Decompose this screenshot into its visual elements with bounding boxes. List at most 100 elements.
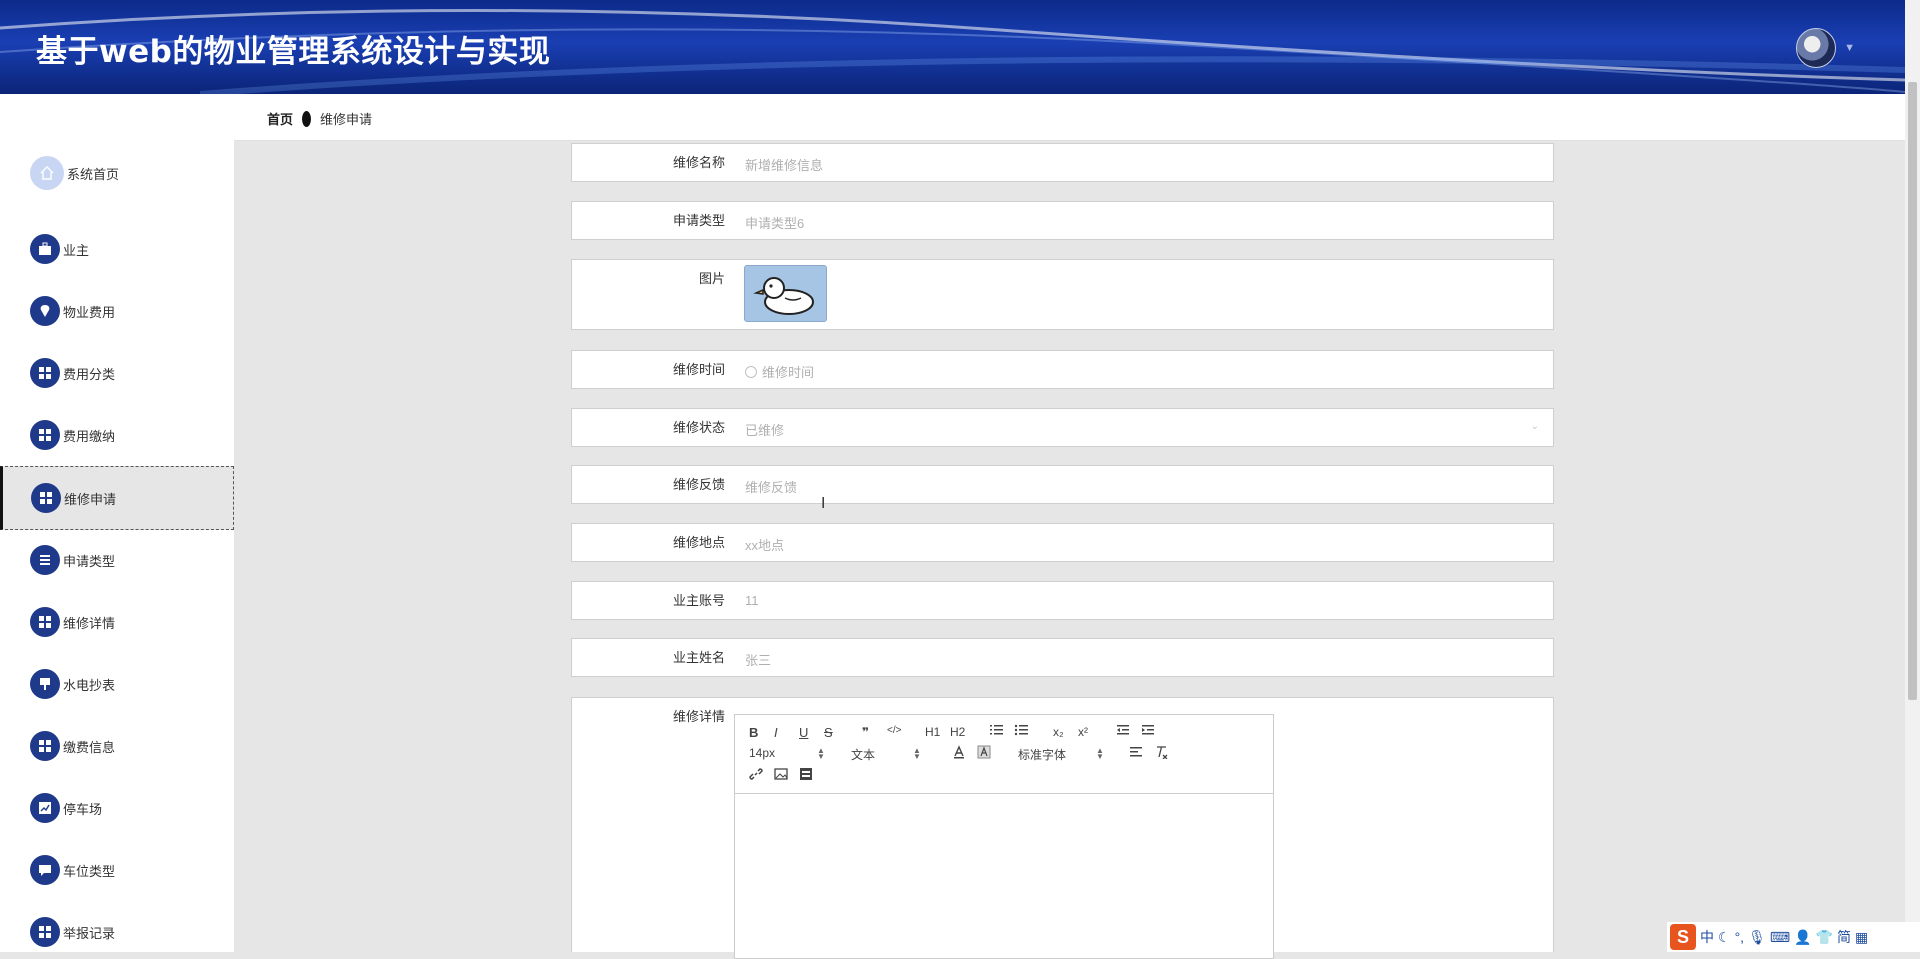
owner-name-field[interactable]: 业主姓名 张三 bbox=[571, 638, 1554, 677]
breadcrumb: 首页 维修申请 bbox=[267, 109, 372, 128]
repair-details-field: 维修详情 B I U S ❞ </> H1 H2 x₂ x² 14px ▲ ▼ … bbox=[571, 697, 1554, 959]
rich-text-editor[interactable]: B I U S ❞ </> H1 H2 x₂ x² 14px ▲ ▼ 文本 ▲ … bbox=[734, 714, 1274, 959]
sidebar-item-report-records[interactable]: 举报记录 bbox=[0, 906, 234, 958]
repair-feedback-field[interactable]: 维修反馈 维修反馈 bbox=[571, 465, 1554, 504]
app-title: 基于web的物业管理系统设计与实现 bbox=[36, 34, 551, 70]
grid-icon bbox=[30, 420, 60, 450]
owner-account-field[interactable]: 业主账号 11 bbox=[571, 581, 1554, 620]
image-icon[interactable] bbox=[774, 767, 788, 784]
chat-icon bbox=[30, 855, 60, 885]
breadcrumb-home[interactable]: 首页 bbox=[267, 109, 293, 128]
outdent-icon[interactable] bbox=[1116, 724, 1130, 739]
sidebar-item-label: 业主 bbox=[63, 242, 90, 258]
field-label: 维修反馈 bbox=[672, 477, 725, 492]
sidebar-item-fee-category[interactable]: 费用分类 bbox=[0, 347, 234, 399]
user-menu[interactable]: ▼ bbox=[1796, 28, 1855, 68]
briefcase-icon bbox=[30, 234, 60, 264]
sidebar: 系统首页 业主 物业费用 费用分类 费用缴纳 维修申请 申请类型 维修详情 水电… bbox=[0, 94, 234, 952]
caret-down-icon[interactable]: ▼ bbox=[1844, 42, 1855, 54]
sidebar-item-repair-details[interactable]: 维修详情 bbox=[0, 596, 234, 648]
ime-logo[interactable]: S bbox=[1670, 924, 1696, 950]
indent-icon[interactable] bbox=[1141, 724, 1155, 739]
underline-button[interactable]: U bbox=[799, 725, 808, 740]
repair-name-field[interactable]: 维修名称 新增维修信息 bbox=[571, 143, 1554, 182]
font-color-icon[interactable] bbox=[952, 745, 966, 762]
sidebar-item-label: 举报记录 bbox=[63, 925, 116, 941]
background-color-icon[interactable] bbox=[977, 745, 991, 762]
superscript-button[interactable]: x² bbox=[1078, 725, 1088, 739]
sidebar-item-fee-payment[interactable]: 费用缴纳 bbox=[0, 409, 234, 461]
bold-button[interactable]: B bbox=[749, 725, 758, 740]
scrollbar-thumb[interactable] bbox=[1908, 82, 1917, 700]
video-icon[interactable] bbox=[799, 767, 813, 784]
sidebar-item-label: 水电抄表 bbox=[63, 677, 116, 693]
sidebar-item-home[interactable]: 系统首页 bbox=[0, 147, 234, 199]
sidebar-item-parking-lot[interactable]: 停车场 bbox=[0, 782, 234, 834]
sidebar-item-space-type[interactable]: 车位类型 bbox=[0, 844, 234, 896]
chevron-down-icon[interactable]: ⌄ bbox=[1531, 421, 1539, 432]
sidebar-item-payment-info[interactable]: 缴费信息 bbox=[0, 720, 234, 772]
uploaded-image[interactable] bbox=[744, 265, 827, 322]
simplified-label[interactable]: 简 bbox=[1837, 927, 1851, 947]
skin-icon[interactable]: 👕 bbox=[1816, 929, 1833, 946]
sidebar-item-label: 缴费信息 bbox=[63, 739, 116, 755]
keyboard-icon[interactable]: ⌨ bbox=[1770, 929, 1790, 946]
request-type-field[interactable]: 申请类型 申请类型6 bbox=[571, 201, 1554, 240]
sidebar-item-property-fee[interactable]: 物业费用 bbox=[0, 285, 234, 337]
clock-icon bbox=[745, 366, 757, 378]
field-label: 申请类型 bbox=[672, 213, 725, 228]
repair-name-input[interactable]: 新增维修信息 bbox=[745, 155, 823, 174]
breadcrumb-separator-icon bbox=[302, 110, 312, 127]
editor-content-area[interactable] bbox=[735, 794, 1273, 959]
user-icon[interactable]: 👤 bbox=[1794, 929, 1811, 946]
request-type-input[interactable]: 申请类型6 bbox=[745, 213, 804, 232]
font-size-select[interactable]: 14px ▲ ▼ bbox=[749, 746, 829, 761]
repair-status-select[interactable]: 已维修 bbox=[745, 420, 784, 439]
clear-format-icon[interactable] bbox=[1154, 745, 1168, 762]
grid-icon bbox=[30, 917, 60, 947]
ime-mode-label[interactable]: 中 bbox=[1700, 927, 1714, 947]
repair-feedback-input[interactable]: 维修反馈 bbox=[745, 477, 797, 496]
bullet-list-icon[interactable] bbox=[1014, 724, 1028, 739]
sidebar-item-owner[interactable]: 业主 bbox=[0, 223, 234, 275]
stamp-icon bbox=[30, 669, 60, 699]
strike-button[interactable]: S bbox=[824, 725, 833, 740]
h2-button[interactable]: H2 bbox=[950, 725, 965, 739]
editor-toolbar: B I U S ❞ </> H1 H2 x₂ x² 14px ▲ ▼ 文本 ▲ … bbox=[735, 715, 1273, 794]
grid-menu-icon[interactable]: ▦ bbox=[1855, 929, 1868, 946]
sidebar-item-request-type[interactable]: 申请类型 bbox=[0, 534, 234, 586]
sidebar-item-label: 费用分类 bbox=[63, 366, 116, 382]
grid-icon bbox=[30, 358, 60, 388]
italic-button[interactable]: I bbox=[774, 725, 778, 740]
field-label: 业主姓名 bbox=[672, 650, 725, 665]
moon-icon[interactable]: ☾ bbox=[1718, 929, 1731, 946]
subscript-button[interactable]: x₂ bbox=[1053, 725, 1064, 739]
owner-name-input[interactable]: 张三 bbox=[745, 650, 771, 669]
sidebar-item-repair-request[interactable]: 维修申请 bbox=[0, 466, 234, 530]
sidebar-item-meter-reading[interactable]: 水电抄表 bbox=[0, 658, 234, 710]
microphone-icon[interactable]: 🎙 bbox=[1748, 929, 1766, 946]
field-label: 维修状态 bbox=[672, 420, 725, 435]
punctuation-icon[interactable]: °, bbox=[1735, 929, 1745, 945]
vertical-scrollbar[interactable] bbox=[1905, 0, 1920, 952]
ime-toolbar[interactable]: S 中 ☾ °, 🎙 ⌨ 👤 👕 简 ▦ bbox=[1667, 922, 1920, 952]
align-icon[interactable] bbox=[1129, 746, 1143, 761]
repair-status-field[interactable]: 维修状态 已维修 ⌄ bbox=[571, 408, 1554, 447]
header-select[interactable]: 文本 ▲ ▼ bbox=[851, 746, 931, 763]
grid-icon bbox=[30, 607, 60, 637]
link-icon[interactable] bbox=[749, 767, 763, 784]
font-family-select[interactable]: 标准字体 ▲ ▼ bbox=[1018, 746, 1108, 763]
h1-button[interactable]: H1 bbox=[925, 725, 940, 739]
user-avatar[interactable] bbox=[1796, 28, 1837, 68]
repair-location-input[interactable]: xx地点 bbox=[745, 535, 784, 554]
sidebar-item-label: 系统首页 bbox=[67, 166, 120, 182]
code-button[interactable]: </> bbox=[887, 725, 901, 736]
sidebar-item-label: 车位类型 bbox=[63, 863, 116, 879]
repair-location-field[interactable]: 维修地点 xx地点 bbox=[571, 523, 1554, 562]
repair-time-field[interactable]: 维修时间 维修时间 bbox=[571, 350, 1554, 389]
field-label: 图片 bbox=[698, 271, 725, 286]
ordered-list-icon[interactable] bbox=[989, 724, 1003, 739]
repair-time-input[interactable]: 维修时间 bbox=[745, 362, 814, 381]
quote-button[interactable]: ❞ bbox=[862, 725, 869, 739]
owner-account-input[interactable]: 11 bbox=[745, 593, 759, 608]
